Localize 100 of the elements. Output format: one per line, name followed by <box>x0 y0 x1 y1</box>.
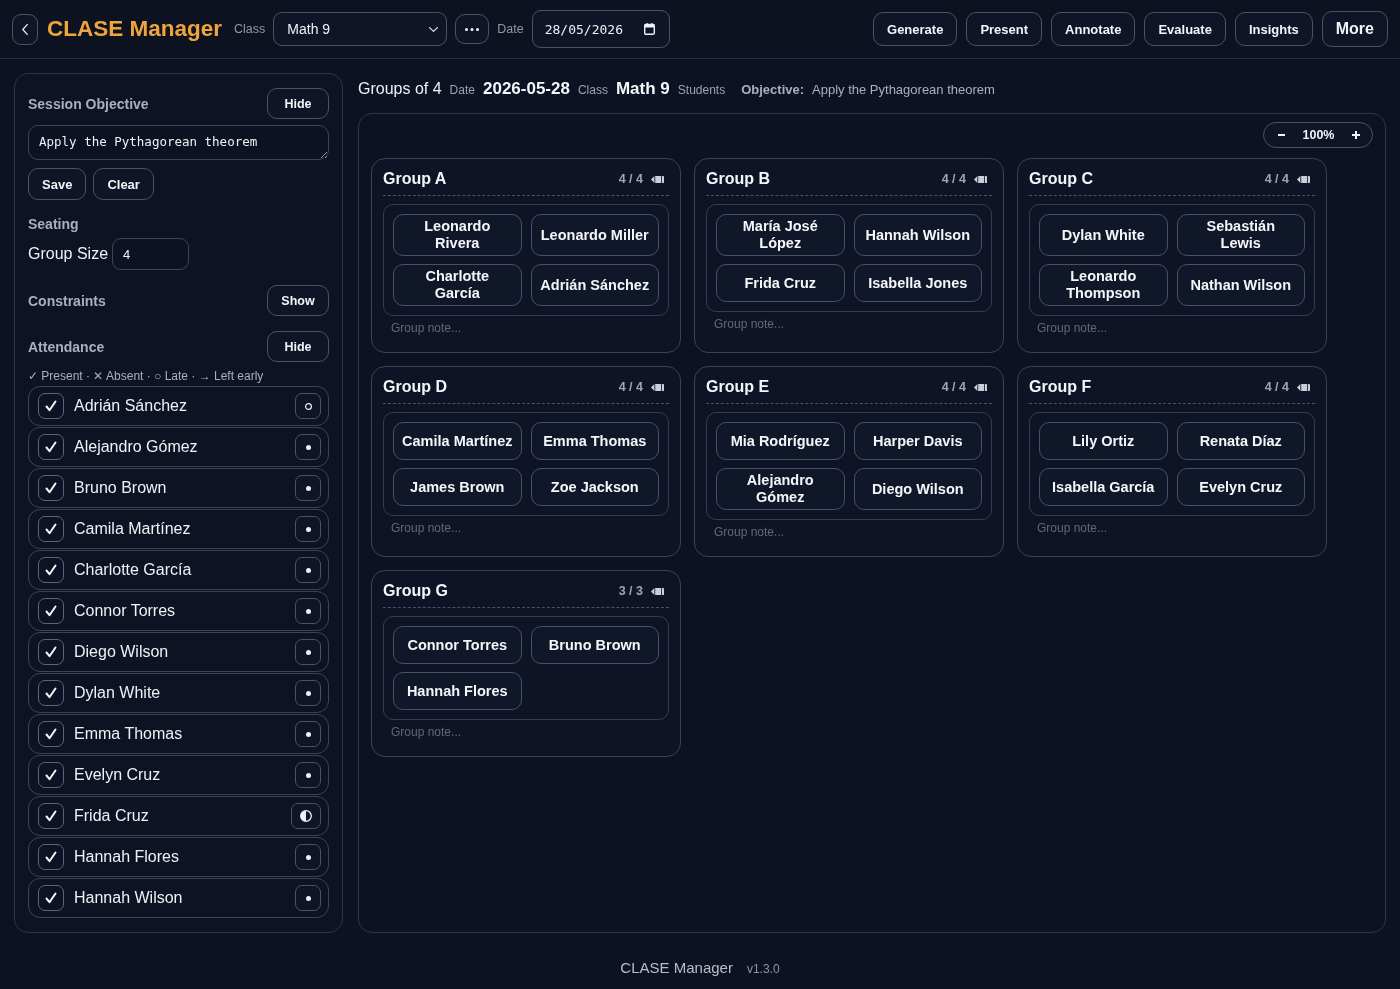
status-button[interactable] <box>295 393 321 419</box>
zoom-in-button[interactable] <box>1350 129 1362 141</box>
status-button[interactable] <box>295 639 321 665</box>
student-name: Emma Thomas <box>74 725 183 743</box>
pencil-icon[interactable] <box>974 383 987 391</box>
note-field[interactable]: Group note... <box>383 723 669 740</box>
student-chip[interactable]: Lily Ortiz <box>1039 422 1168 460</box>
pencil-icon[interactable] <box>974 175 987 183</box>
toggle-button[interactable]: Hide <box>267 331 329 362</box>
student-chip[interactable]: Zoe Jackson <box>530 468 659 506</box>
attendance-checkbox[interactable] <box>38 393 64 419</box>
attendance-checkbox[interactable] <box>38 762 64 788</box>
status-button[interactable] <box>295 557 321 583</box>
status-button[interactable] <box>295 598 321 624</box>
toggle-button[interactable]: Show <box>267 285 329 316</box>
dot-icon <box>305 854 311 860</box>
student-chip[interactable]: Renata Díaz <box>1176 422 1305 460</box>
student-chip[interactable]: Frida Cruz <box>716 264 845 302</box>
note-field[interactable]: Group note... <box>706 523 992 540</box>
student-name: Dylan White <box>74 684 161 702</box>
toolbar-button[interactable]: Insights <box>1234 12 1313 46</box>
student-chip[interactable]: Emma Thomas <box>530 422 659 460</box>
student-chip[interactable]: Sebastián Lewis <box>1176 214 1305 256</box>
field-label: Date <box>497 22 524 36</box>
check-icon <box>45 564 57 576</box>
student-chip[interactable]: Isabella Jones <box>853 264 982 302</box>
attendance-checkbox[interactable] <box>38 434 64 460</box>
section-title: Constraints <box>28 292 106 309</box>
dot-icon <box>305 690 311 696</box>
attendance-checkbox[interactable] <box>38 680 64 706</box>
student-chip[interactable]: Isabella García <box>1039 468 1168 506</box>
student-chip[interactable]: James Brown <box>393 468 522 506</box>
check-icon <box>45 851 57 863</box>
pencil-icon[interactable] <box>651 587 664 595</box>
status-button[interactable] <box>295 680 321 706</box>
toolbar-button[interactable]: Generate <box>873 12 958 46</box>
student-chip[interactable]: Mia Rodríguez <box>716 422 845 460</box>
student-chip[interactable]: Bruno Brown <box>530 626 659 664</box>
attendance-checkbox[interactable] <box>38 844 64 870</box>
objective-button[interactable]: Clear <box>93 168 154 200</box>
student-name: Hannah Flores <box>74 848 179 866</box>
student-chip[interactable]: Dylan White <box>1039 214 1168 256</box>
student-chip[interactable]: Leonardo Rivera <box>393 214 522 256</box>
status-button[interactable] <box>295 516 321 542</box>
student-chip[interactable]: María José López <box>716 214 845 256</box>
status-button[interactable] <box>295 885 321 911</box>
student-chip[interactable]: Charlotte García <box>393 264 522 306</box>
pencil-icon[interactable] <box>1297 383 1310 391</box>
class-select[interactable]: Math 9 <box>273 12 448 46</box>
note-field[interactable]: Group note... <box>383 519 669 536</box>
note-field[interactable]: Group note... <box>706 315 992 332</box>
student-chip[interactable]: Evelyn Cruz <box>1176 468 1305 506</box>
student-chip[interactable]: Connor Torres <box>393 626 522 664</box>
student-chip[interactable]: Nathan Wilson <box>1176 264 1305 306</box>
status-button[interactable] <box>295 844 321 870</box>
objective-button[interactable]: Save <box>28 168 87 200</box>
back-button[interactable] <box>12 13 38 45</box>
objective-field[interactable]: Apply the Pythagorean theorem <box>28 125 329 160</box>
student-chip[interactable]: Leonardo Miller <box>530 214 659 256</box>
student-chip[interactable]: Hannah Wilson <box>853 214 982 256</box>
pencil-icon[interactable] <box>651 383 664 391</box>
attendance-checkbox[interactable] <box>38 475 64 501</box>
toolbar-button[interactable]: Evaluate <box>1144 12 1226 46</box>
attendance-checkbox[interactable] <box>38 516 64 542</box>
student-chip[interactable]: Harper Davis <box>853 422 982 460</box>
student-chip[interactable]: Hannah Flores <box>393 672 522 710</box>
toolbar-button[interactable]: Present <box>966 12 1043 46</box>
note-field[interactable]: Group note... <box>1029 319 1315 336</box>
check-icon <box>45 523 57 535</box>
status-button[interactable] <box>291 803 321 829</box>
version-text: v1.3.0 <box>746 962 780 976</box>
student-chip[interactable]: Camila Martínez <box>393 422 522 460</box>
summary-label: Students <box>677 83 726 97</box>
pencil-icon[interactable] <box>651 175 664 183</box>
status-button[interactable] <box>295 475 321 501</box>
student-chip[interactable]: Leonardo Thompson <box>1039 264 1168 306</box>
date-field[interactable]: 28/05/2026 <box>531 10 670 48</box>
attendance-checkbox[interactable] <box>38 598 64 624</box>
student-chip[interactable]: Alejandro Gómez <box>716 468 845 510</box>
attendance-checkbox[interactable] <box>38 803 64 829</box>
attendance-checkbox[interactable] <box>38 557 64 583</box>
status-button[interactable] <box>295 434 321 460</box>
student-name: Alejandro Gómez <box>74 438 198 456</box>
app-title: CLASE Manager <box>47 16 223 42</box>
attendance-checkbox[interactable] <box>38 721 64 747</box>
student-chip[interactable]: Adrián Sánchez <box>530 264 659 306</box>
student-chip[interactable]: Diego Wilson <box>853 468 982 510</box>
status-button[interactable] <box>295 762 321 788</box>
attendance-checkbox[interactable] <box>38 885 64 911</box>
attendance-checkbox[interactable] <box>38 639 64 665</box>
toolbar-button[interactable]: Annotate <box>1051 12 1136 46</box>
toggle-button[interactable]: Hide <box>267 88 329 119</box>
summary-label: Date <box>449 83 475 97</box>
note-field[interactable]: Group note... <box>1029 519 1315 536</box>
more-options-button[interactable] <box>455 14 490 44</box>
pencil-icon[interactable] <box>1297 175 1310 183</box>
toolbar-button[interactable]: More <box>1321 11 1388 47</box>
group-size-field[interactable]: 4 <box>112 238 190 270</box>
status-button[interactable] <box>295 721 321 747</box>
note-field[interactable]: Group note... <box>383 319 669 336</box>
